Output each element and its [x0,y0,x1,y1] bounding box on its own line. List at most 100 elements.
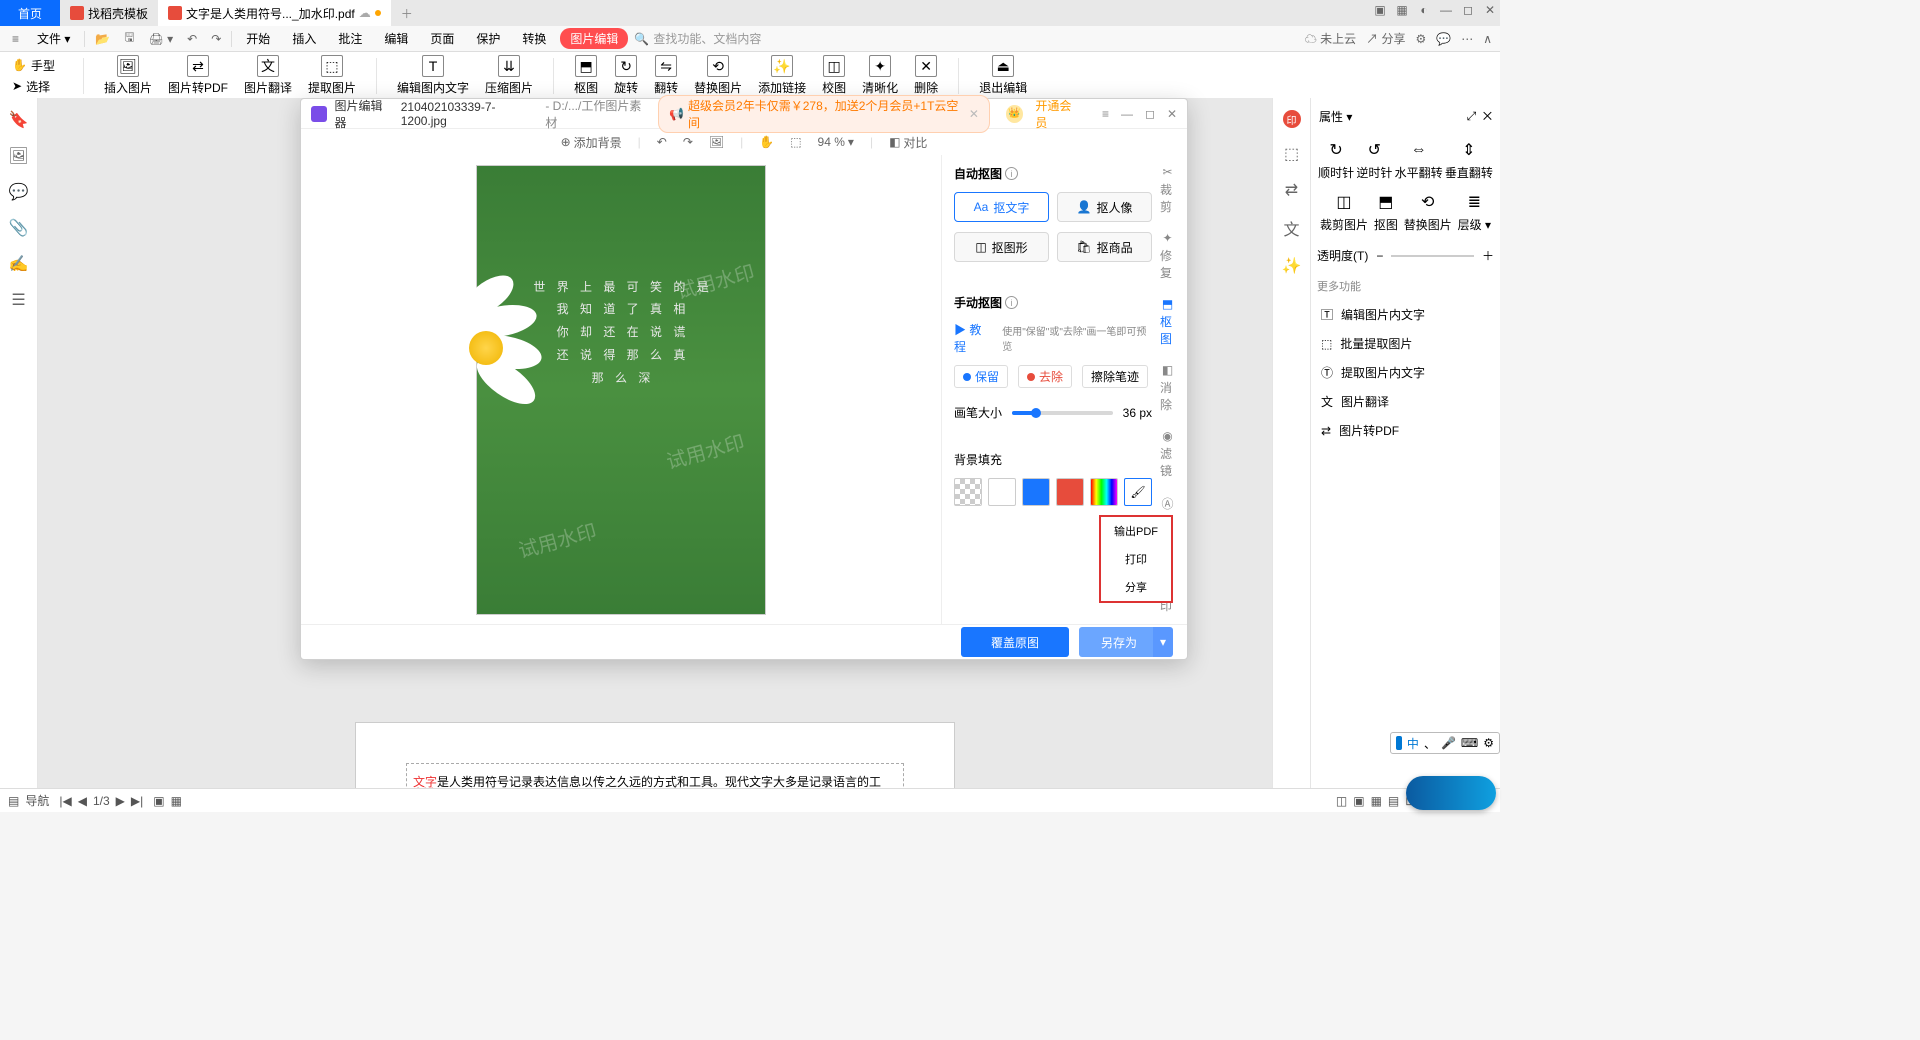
remove-button[interactable]: 去除 [1018,365,1072,388]
cover-original-button[interactable]: 覆盖原图 [961,627,1069,657]
add-bg-button[interactable]: ⊕ 添加背景 [561,134,622,151]
save-as-dropdown[interactable]: ▾ [1153,627,1173,657]
crop-img-button[interactable]: ◫裁剪图片 [1320,191,1368,233]
flip-v-button[interactable]: ⇕垂直翻转 [1445,139,1493,181]
print-icon[interactable]: 🖨 ▾ [145,32,178,46]
erase-stroke-button[interactable]: 擦除笔迹 [1082,365,1148,388]
cutout-button[interactable]: ⬒抠图 [1374,191,1398,233]
save-as-button[interactable]: 另存为 [1079,627,1159,657]
sb-prev-icon[interactable]: ◀ [78,794,87,808]
chat-icon[interactable]: 💬 [1436,32,1451,46]
settings-icon[interactable]: ⚙ [1415,32,1426,46]
maximize-icon[interactable]: ◻ [1458,0,1478,20]
menu-protect[interactable]: 保护 [468,28,508,49]
sb-last-icon[interactable]: ▶| [131,794,143,808]
menu-imageedit[interactable]: 图片编辑 [560,28,628,49]
ime-mic-icon[interactable]: 🎤 [1441,736,1456,750]
layer-button[interactable]: ≣层级 ▾ [1458,191,1491,233]
tab-fix[interactable]: ✦修复 [1160,231,1175,281]
ime-toolbar[interactable]: 中 、 🎤 ⌨ ⚙ [1390,732,1500,754]
sb-view2-icon[interactable]: ▦ [171,794,182,808]
swatch-custom[interactable]: 🖌 [1124,478,1152,506]
avatar-icon[interactable]: ◐ [1414,0,1434,20]
ime-settings-icon[interactable]: ⚙ [1483,736,1494,750]
brush-slider[interactable] [1012,411,1113,415]
tab-filter[interactable]: ◉滤镜 [1160,429,1175,479]
open-icon[interactable]: 📂 [91,32,114,46]
replace-img-button[interactable]: ⟲替换图片 [1404,191,1452,233]
right-convert-icon[interactable]: ⇄ [1285,180,1298,200]
layers-icon[interactable]: ☰ [11,290,25,310]
sb-nav-icon[interactable]: ▤ [8,794,19,808]
ime-lang[interactable]: 中 [1407,735,1419,752]
panel-expand-icon[interactable]: ⤢ [1467,109,1477,123]
tool-edit-text-in-img[interactable]: T编辑图内文字 [397,55,469,96]
sb-mode2-icon[interactable]: ▣ [1353,794,1364,808]
opacity-minus[interactable]: − [1376,249,1383,263]
expand-icon[interactable]: ∧ [1483,32,1492,46]
layout-icon[interactable]: ▣ [1370,0,1390,20]
menu-start[interactable]: 开始 [238,28,278,49]
menu-convert[interactable]: 转换 [514,28,554,49]
tool-delete[interactable]: ✕删除 [914,55,938,96]
sb-view1-icon[interactable]: ▣ [153,794,164,808]
tutorial-link[interactable]: ▶ 教程 [954,321,992,355]
cutout-product-button[interactable]: 🛍抠商品 [1057,232,1152,262]
swatch-red[interactable] [1056,478,1084,506]
opacity-slider[interactable] [1391,255,1474,257]
editor-canvas-image[interactable]: 世 界 上 最 可 笑 的 是 我 知 道 了 真 相 你 却 还 在 说 谎 … [476,165,766,615]
tab-template[interactable]: 找稻壳模板 [60,0,158,26]
swatch-transparent[interactable] [954,478,982,506]
apps-icon[interactable]: ▦ [1392,0,1412,20]
menu-comment[interactable]: 批注 [330,28,370,49]
cloud-status[interactable]: ☁ 未上云 [1305,30,1356,47]
comment-icon[interactable]: 💬 [9,182,29,202]
ed-redo-icon[interactable]: ↷ [683,135,693,149]
editor-menu-icon[interactable]: ≡ [1102,107,1109,121]
tool-sharpen[interactable]: ✦清晰化 [862,55,898,96]
tool-crop[interactable]: ◫校图 [822,55,846,96]
tool-img-translate[interactable]: 文图片翻译 [244,55,292,96]
swatch-rainbow[interactable] [1090,478,1118,506]
redo-icon[interactable]: ↷ [207,32,225,46]
more-extract-text[interactable]: Ⓣ提取图片内文字 [1317,358,1494,387]
sb-mode3-icon[interactable]: ▦ [1371,794,1382,808]
ime-punct-icon[interactable]: 、 [1424,735,1436,752]
menu-icon[interactable]: ≡ [8,32,23,46]
tool-img2pdf[interactable]: ⇄图片转PDF [168,55,228,96]
tool-cutout[interactable]: ⬒枢图 [574,55,598,96]
menu-page[interactable]: 页面 [422,28,462,49]
share-button[interactable]: ↗ 分享 [1366,30,1405,47]
tool-flip[interactable]: ⇋翻转 [654,55,678,96]
right-sel-icon[interactable]: ⬚ [1284,144,1299,164]
promo-close-icon[interactable]: ✕ [969,107,979,121]
ed-undo-icon[interactable]: ↶ [657,135,667,149]
promo-banner[interactable]: 📢 超级会员2年卡仅需￥278，加送2个月会员+1T云空间 ✕ [658,95,990,133]
sb-next-icon[interactable]: ▶ [116,794,125,808]
tool-rotate[interactable]: ↻旋转 [614,55,638,96]
more-img2pdf[interactable]: ⇄图片转PDF [1317,416,1494,445]
menu-edit[interactable]: 编辑 [376,28,416,49]
sb-first-icon[interactable]: |◀ [59,794,71,808]
panel-close-icon[interactable]: ✕ [1483,109,1492,123]
search-box[interactable]: 🔍 查找功能、文档内容 [634,30,761,47]
more-batch-extract[interactable]: ⬚批量提取图片 [1317,329,1494,358]
editor-minimize-icon[interactable]: — [1121,107,1133,121]
cutout-shape-button[interactable]: ◫抠图形 [954,232,1049,262]
ed-fit-icon[interactable]: ⬚ [790,135,801,149]
keep-button[interactable]: 保留 [954,365,1008,388]
network-speed-widget[interactable] [1406,776,1496,810]
tool-hyperlink[interactable]: ✨添加链接 [758,55,806,96]
tab-new[interactable]: ＋ [391,0,423,26]
flip-h-button[interactable]: ⇔水平翻转 [1395,139,1443,181]
swatch-white[interactable] [988,478,1016,506]
right-translate-icon[interactable]: 文 [1283,216,1299,240]
rotate-ccw-button[interactable]: ↺逆时针 [1356,139,1392,181]
opacity-plus[interactable]: ＋ [1482,247,1494,264]
signature-icon[interactable]: ✍ [9,254,29,274]
right-sparkle-icon[interactable]: ✨ [1282,256,1302,276]
popup-export-pdf[interactable]: 输出PDF [1101,517,1171,545]
rotate-cw-button[interactable]: ↻顺时针 [1318,139,1354,181]
sb-mode4-icon[interactable]: ▤ [1388,794,1399,808]
document-body[interactable]: 文字是人类用符号记录表达信息以传之久远的方式和工具。现代文字大多是记录语言的工具… [406,763,904,788]
